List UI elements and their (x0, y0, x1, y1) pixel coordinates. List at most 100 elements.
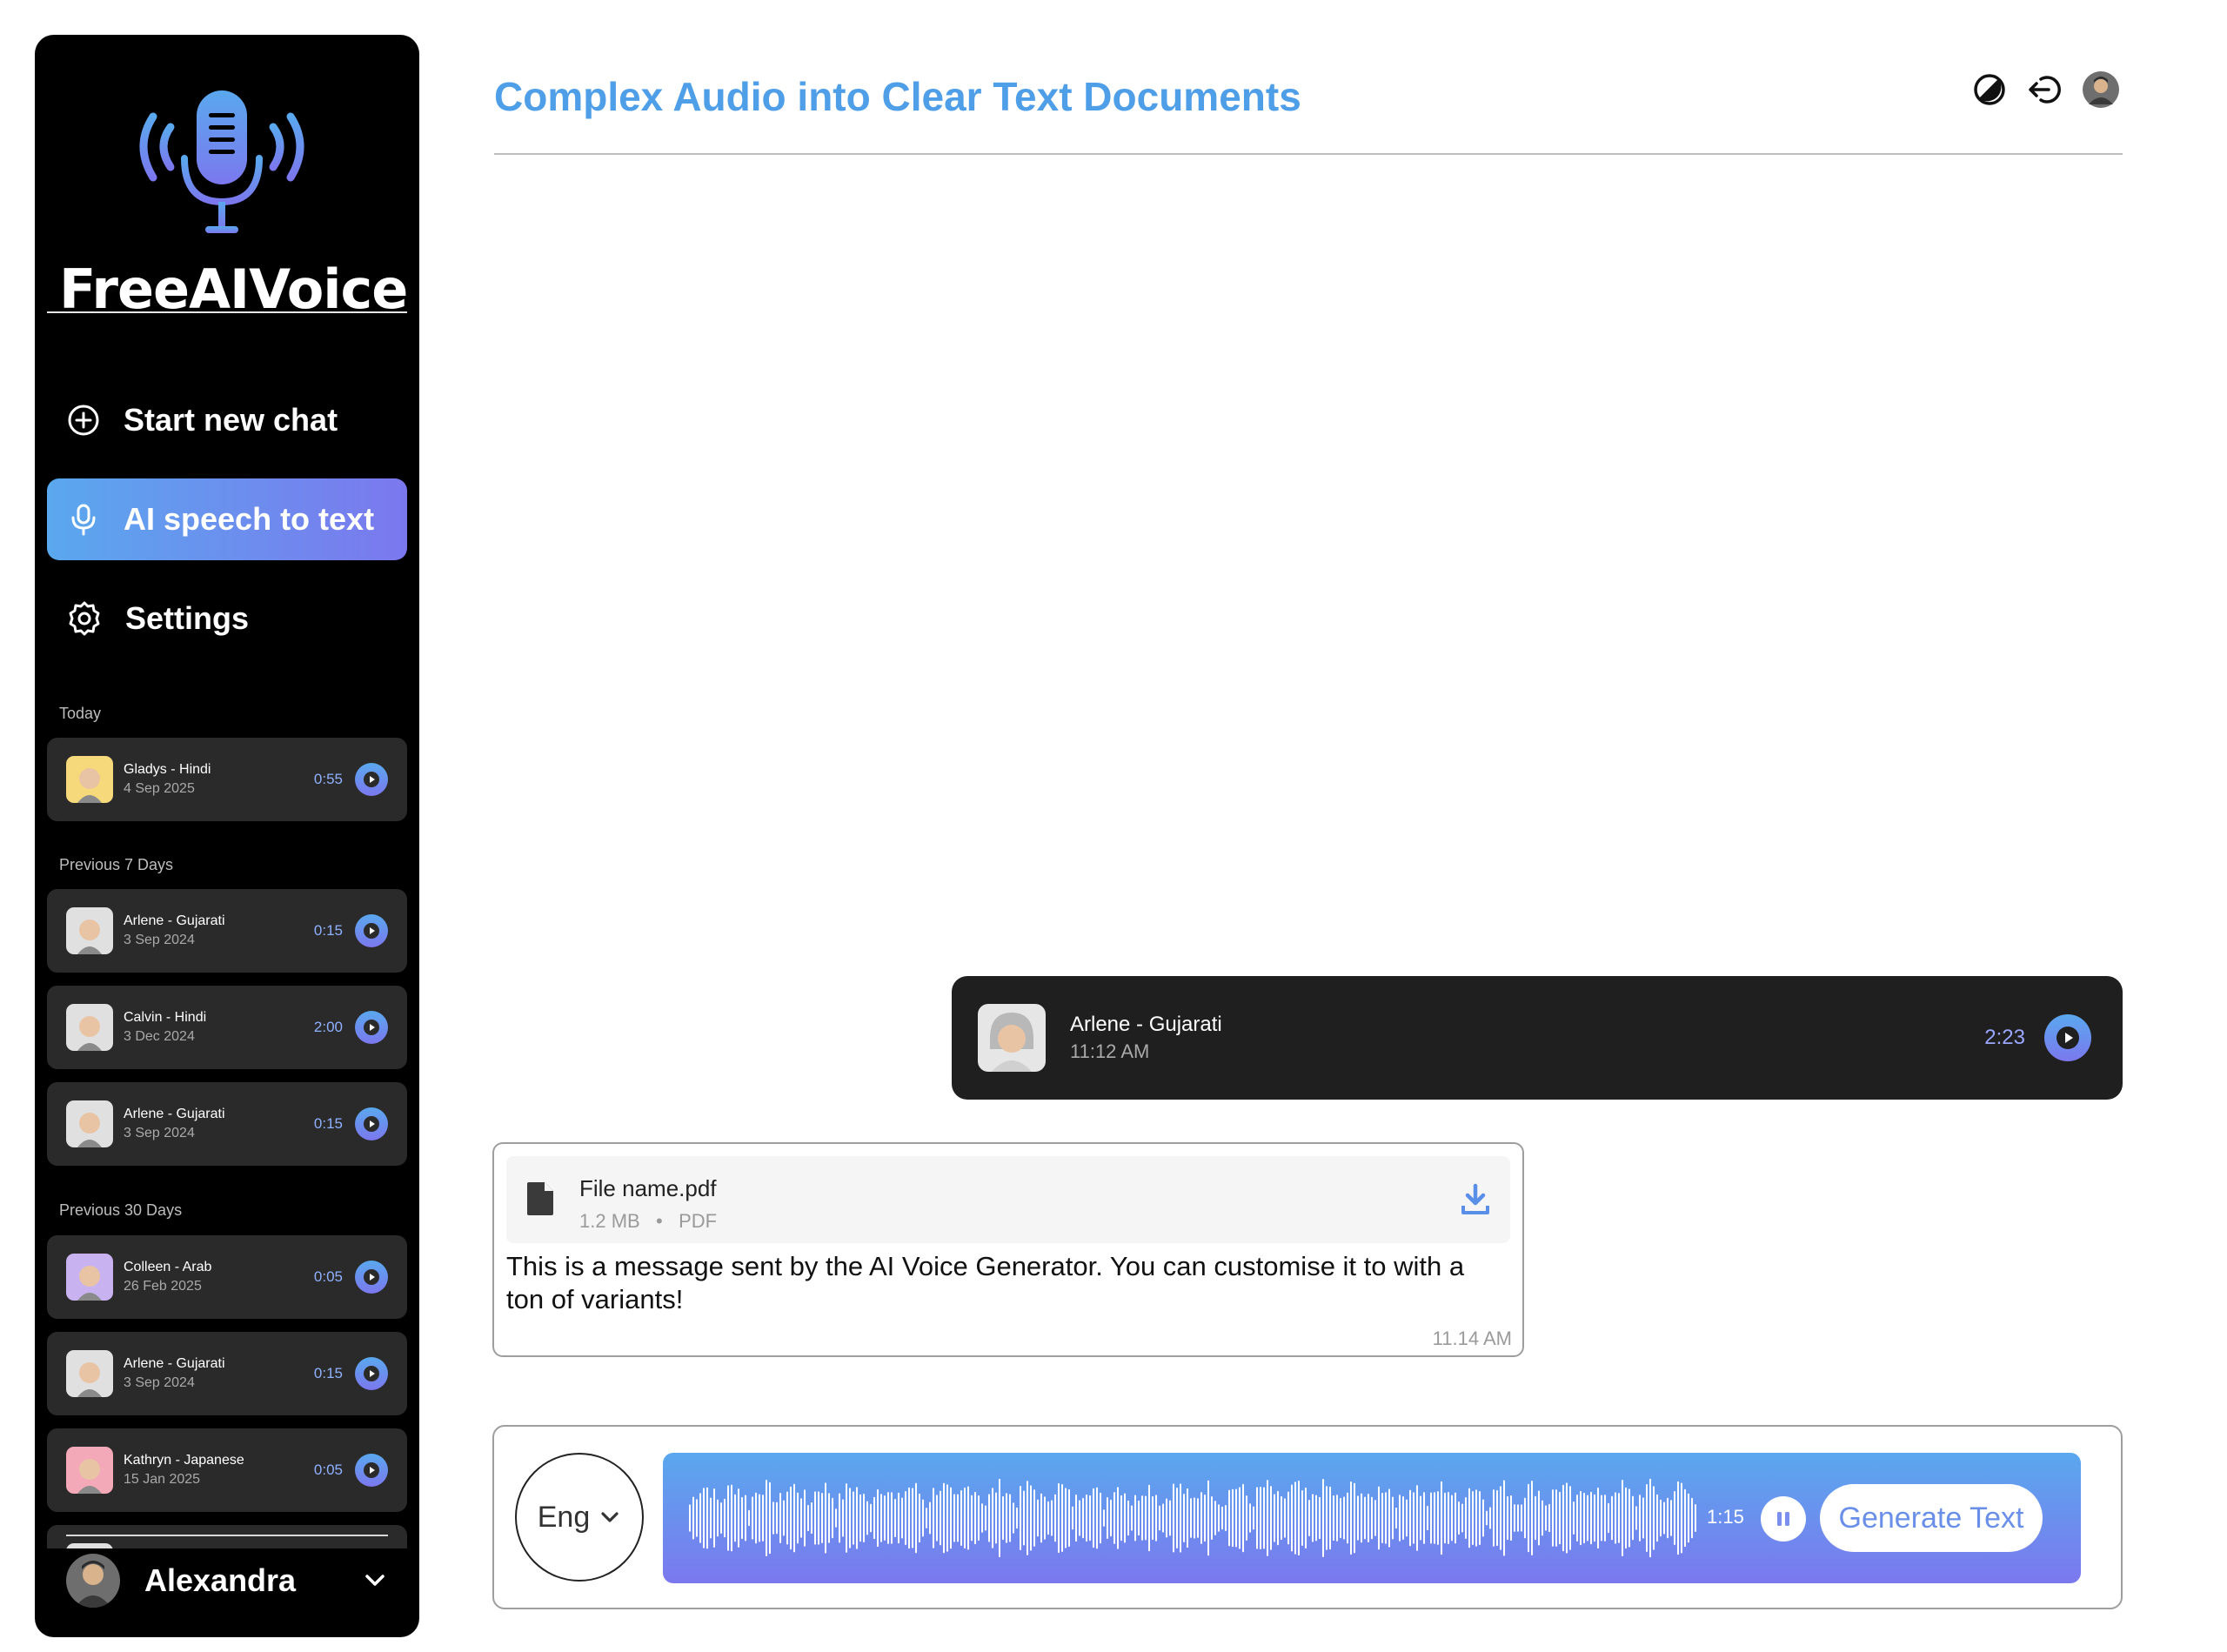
waveform-bar (919, 1493, 920, 1543)
waveform-bar (1009, 1494, 1011, 1542)
waveform-bar (1493, 1489, 1495, 1547)
waveform-bar (1187, 1488, 1188, 1548)
avatar-icon[interactable] (2083, 71, 2119, 108)
waveform-bar (1371, 1496, 1373, 1540)
waveform-bar (1406, 1499, 1408, 1537)
generate-text-button[interactable]: Generate Text (1820, 1484, 2043, 1552)
waveform-bar (953, 1494, 955, 1542)
waveform-bar (1173, 1483, 1174, 1553)
waveform-bar (880, 1494, 882, 1542)
waveform-bar (967, 1486, 969, 1550)
waveform-bar (800, 1498, 802, 1538)
voice-message-play-button[interactable] (2044, 1014, 2091, 1061)
waveform-bar (1517, 1504, 1519, 1532)
waveform-bar (943, 1482, 945, 1554)
history-play-button[interactable] (355, 1107, 388, 1140)
waveform-bar (1441, 1481, 1442, 1555)
chevron-down-icon[interactable] (362, 1568, 388, 1594)
waveform-bar (985, 1505, 986, 1531)
logout-icon[interactable] (2027, 71, 2063, 108)
language-select[interactable]: Eng (515, 1453, 644, 1582)
waveform-bar (1176, 1487, 1178, 1549)
waveform-bar (1427, 1505, 1428, 1531)
waveform-bar (1385, 1492, 1387, 1544)
waveform-bar (1521, 1504, 1522, 1532)
nav-settings-label: Settings (125, 600, 250, 636)
waveform-bar (1608, 1502, 1609, 1534)
waveform-bar (1166, 1498, 1167, 1538)
history-play-button[interactable] (355, 763, 388, 796)
waveform-bar (793, 1483, 795, 1553)
waveform-bar (1649, 1478, 1651, 1558)
nav-settings[interactable]: Settings (47, 578, 407, 659)
waveform-bar (901, 1497, 903, 1539)
waveform-bar (922, 1499, 924, 1537)
history-item[interactable]: Calvin - Hindi 3 Dec 2024 2:00 (47, 986, 407, 1069)
history-date: 26 Feb 2025 (124, 1279, 202, 1294)
waveform-bar (1242, 1483, 1244, 1553)
waveform-bar (1496, 1489, 1498, 1547)
waveform-bar (1319, 1496, 1321, 1540)
waveform-bar (1611, 1495, 1613, 1541)
waveform-bar (1103, 1509, 1105, 1527)
waveform-bar (1350, 1481, 1352, 1555)
history-item[interactable]: Calvin - Hindi (47, 1525, 407, 1548)
waveform-bar (731, 1484, 732, 1552)
waveform-bar (1622, 1479, 1623, 1557)
history-item[interactable]: Kathryn - Japanese 15 Jan 2025 0:05 (47, 1428, 407, 1512)
pause-button[interactable] (1761, 1496, 1806, 1542)
history-name: Arlene - Gujarati (124, 913, 225, 928)
sidebar-divider (47, 311, 407, 313)
history-item[interactable]: Gladys - Hindi 4 Sep 2025 0:55 (47, 738, 407, 821)
file-meta: 1.2 MB • PDF (579, 1210, 717, 1233)
waveform-bar (727, 1485, 729, 1551)
waveform-bar (971, 1495, 973, 1542)
waveform-bar (908, 1487, 910, 1549)
file-attachment[interactable]: File name.pdf 1.2 MB • PDF (506, 1156, 1510, 1243)
history-name: Arlene - Gujarati (124, 1356, 225, 1371)
play-icon (364, 772, 379, 787)
waveform-bar (689, 1504, 691, 1532)
history-play-button[interactable] (355, 1454, 388, 1487)
contrast-icon[interactable] (1971, 71, 2008, 108)
waveform-bar (797, 1492, 799, 1544)
history-avatar (66, 1447, 113, 1494)
nav-ai-speech-to-text[interactable]: AI speech to text (47, 478, 407, 560)
user-menu[interactable]: Alexandra (66, 1552, 388, 1609)
composer: Eng 1:15 Generate Text (492, 1425, 2123, 1609)
waveform-bar (1058, 1482, 1060, 1554)
waveform-bar (1023, 1490, 1025, 1546)
waveform-bar (759, 1494, 760, 1542)
waveform-bar (1430, 1492, 1432, 1544)
history-duration: 0:15 (313, 922, 343, 939)
waveform-bar (1263, 1487, 1265, 1549)
waveform-bar (783, 1500, 785, 1536)
waveform-bar (766, 1480, 767, 1556)
nav-start-new-chat[interactable]: Start new chat (47, 379, 407, 461)
history-item[interactable]: Arlene - Gujarati 3 Sep 2024 0:15 (47, 1082, 407, 1166)
pause-icon (1777, 1512, 1789, 1526)
waveform-bar (699, 1493, 701, 1543)
plus-circle-icon (68, 405, 99, 436)
history-play-button[interactable] (355, 1261, 388, 1294)
waveform-bar (950, 1487, 952, 1549)
history-item[interactable]: Colleen - Arab 26 Feb 2025 0:05 (47, 1235, 407, 1319)
waveform-bar (745, 1495, 746, 1542)
waveform-bar (926, 1508, 927, 1528)
waveform-bar (905, 1490, 906, 1546)
history-play-button[interactable] (355, 914, 388, 947)
waveform-bar (724, 1498, 726, 1538)
user-divider (66, 1535, 388, 1536)
waveform-bar (929, 1502, 931, 1535)
waveform-bar (1500, 1486, 1501, 1550)
waveform-bar (1068, 1488, 1070, 1548)
history-item[interactable]: Arlene - Gujarati 3 Sep 2024 0:15 (47, 889, 407, 973)
history-item[interactable]: Arlene - Gujarati 3 Sep 2024 0:15 (47, 1332, 407, 1415)
download-icon[interactable] (1458, 1182, 1493, 1217)
waveform-bar (1013, 1502, 1014, 1534)
history-play-button[interactable] (355, 1357, 388, 1390)
history-play-button[interactable] (355, 1011, 388, 1044)
waveform-bar (811, 1502, 813, 1535)
waveform-bar (1420, 1495, 1421, 1541)
waveform-bar (1107, 1497, 1108, 1539)
